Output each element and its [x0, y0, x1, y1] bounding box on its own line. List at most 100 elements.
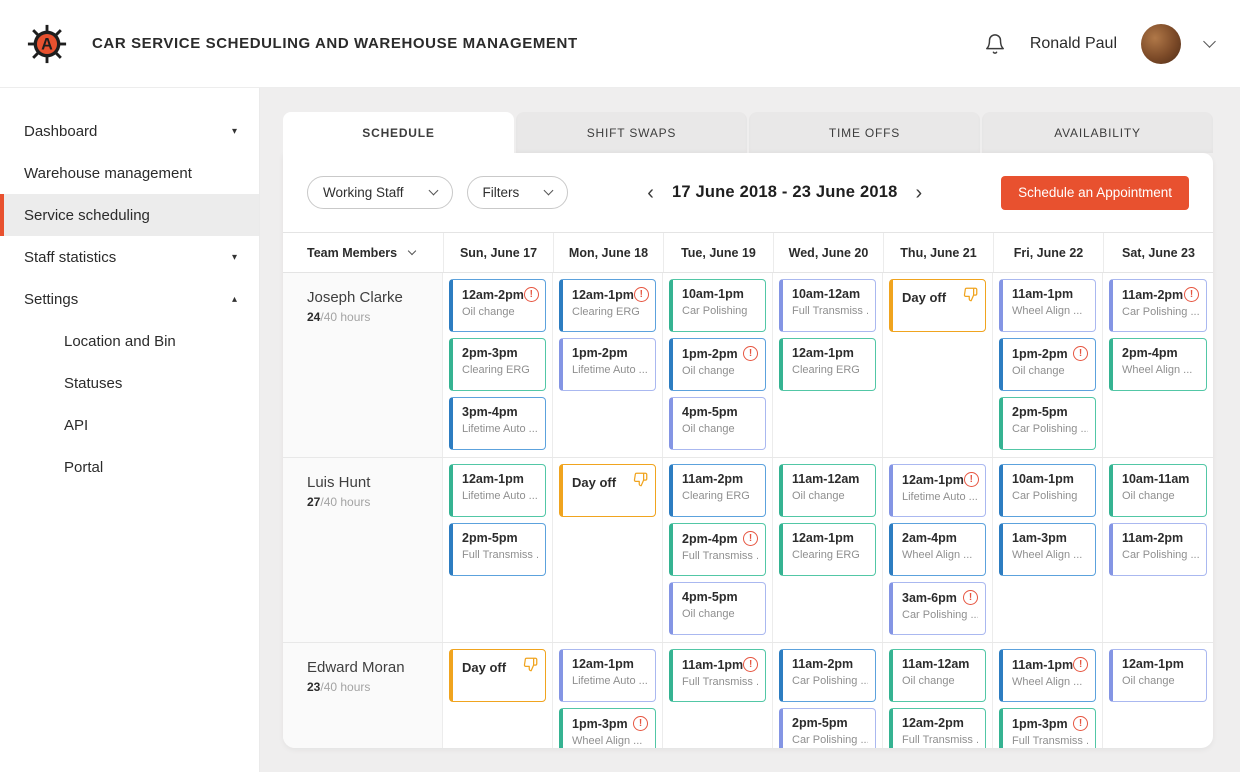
- shift-card[interactable]: 2pm-4pmWheel Align ...: [1109, 338, 1207, 391]
- shift-card[interactable]: 1pm-3pm!Full Transmiss ...: [999, 708, 1096, 748]
- shift-card[interactable]: 10am-11amOil change: [1109, 464, 1207, 517]
- shift-card[interactable]: 3pm-4pmLifetime Auto ...: [449, 397, 546, 450]
- shift-time: 12am-1pm: [902, 473, 964, 487]
- shift-card[interactable]: 12am-1pmLifetime Auto ...: [449, 464, 546, 517]
- shift-card[interactable]: 10am-12amFull Transmiss ...: [779, 279, 876, 332]
- day-cell: 11am-2pmClearing ERG 2pm-4pm!Full Transmi…: [663, 458, 773, 642]
- shift-service: Full Transmiss ...: [462, 549, 538, 561]
- day-cell: Day off: [883, 273, 993, 457]
- shift-card[interactable]: 2am-4pmWheel Align ...: [889, 523, 986, 576]
- sidebar-item-label: Staff statistics: [24, 249, 116, 266]
- warning-icon: !: [634, 287, 649, 302]
- tab-availability[interactable]: AVAILABILITY: [982, 112, 1213, 153]
- sidebar-subitem-api[interactable]: API: [0, 404, 259, 446]
- working-staff-select[interactable]: Working Staff: [307, 176, 453, 209]
- thumbs-down-icon: [963, 287, 978, 307]
- filters-select-value: Filters: [483, 185, 520, 200]
- day-off-card[interactable]: Day off: [449, 649, 546, 702]
- shift-card[interactable]: 12am-1pmOil change: [1109, 649, 1207, 702]
- notifications-bell-icon[interactable]: [984, 33, 1006, 55]
- chevron-down-icon: ▾: [232, 126, 237, 137]
- shift-time: 11am-1pm: [1012, 287, 1073, 301]
- shift-card[interactable]: 1pm-2pmLifetime Auto ...: [559, 338, 656, 391]
- shift-service: Oil change: [902, 675, 978, 687]
- day-cell: 12am-1pmLifetime Auto ... 2pm-5pmFull Tra…: [443, 458, 553, 642]
- sidebar-subitem-location-and-bin[interactable]: Location and Bin: [0, 320, 259, 362]
- day-cell: 11am-12amOil change 12am-2pmFull Transmis…: [883, 643, 993, 748]
- shift-card[interactable]: 11am-1pm!Full Transmiss ...: [669, 649, 766, 702]
- warning-icon: !: [964, 472, 979, 487]
- shift-time: 1pm-2pm: [682, 347, 738, 361]
- shift-card[interactable]: 12am-1pmLifetime Auto ...: [559, 649, 656, 702]
- shift-card[interactable]: 11am-2pmCar Polishing ...: [1109, 523, 1207, 576]
- shift-service: Lifetime Auto ...: [902, 491, 978, 503]
- sidebar-subitem-statuses[interactable]: Statuses: [0, 362, 259, 404]
- shift-card[interactable]: 10am-1pmCar Polishing: [669, 279, 766, 332]
- shift-card[interactable]: 4pm-5pmOil change: [669, 582, 766, 635]
- shift-card[interactable]: 2pm-4pm!Full Transmiss ...: [669, 523, 766, 576]
- shift-service: Full Transmiss ...: [792, 305, 868, 317]
- day-off-card[interactable]: Day off: [889, 279, 986, 332]
- sidebar-item-settings[interactable]: Settings▴: [0, 278, 259, 320]
- tab-schedule[interactable]: SCHEDULE: [283, 112, 514, 153]
- sidebar-item-service-scheduling[interactable]: Service scheduling: [0, 194, 259, 236]
- shift-card[interactable]: 12am-2pm!Oil change: [449, 279, 546, 332]
- shift-card[interactable]: 11am-1pmWheel Align ...: [999, 279, 1096, 332]
- shift-service: Car Polishing ...: [1122, 306, 1199, 318]
- day-off-card[interactable]: Day off: [559, 464, 656, 517]
- warning-icon: !: [1073, 716, 1088, 731]
- member-cell: Joseph Clarke24/40 hours: [283, 273, 443, 457]
- shift-card[interactable]: 12am-1pmClearing ERG: [779, 338, 876, 391]
- shift-card[interactable]: 11am-2pmCar Polishing ...: [779, 649, 876, 702]
- shift-time: 2pm-4pm: [1122, 346, 1178, 360]
- day-column-header: Wed, June 20: [773, 233, 883, 272]
- shift-service: Oil change: [682, 608, 758, 620]
- shift-service: Car Polishing: [682, 305, 758, 317]
- shift-service: Full Transmiss ...: [902, 734, 978, 746]
- shift-card[interactable]: 2pm-5pmFull Transmiss ...: [449, 523, 546, 576]
- prev-week-arrow[interactable]: ‹: [645, 183, 656, 203]
- team-members-chevron-down-icon[interactable]: [408, 246, 416, 254]
- shift-card[interactable]: 1am-3pmWheel Align ...: [999, 523, 1096, 576]
- sidebar-subitem-portal[interactable]: Portal: [0, 446, 259, 488]
- day-column-header: Sun, June 17: [443, 233, 553, 272]
- filters-select[interactable]: Filters: [467, 176, 569, 209]
- schedule-appointment-button[interactable]: Schedule an Appointment: [1001, 176, 1189, 210]
- tab-time-offs[interactable]: TIME OFFS: [749, 112, 980, 153]
- warning-icon: !: [1073, 657, 1088, 672]
- shift-card[interactable]: 2pm-3pmClearing ERG: [449, 338, 546, 391]
- next-week-arrow[interactable]: ›: [913, 183, 924, 203]
- shift-time: 2am-4pm: [902, 531, 957, 545]
- sidebar: Dashboard▾Warehouse managementService sc…: [0, 88, 260, 772]
- user-menu-chevron-down-icon[interactable]: [1203, 35, 1216, 48]
- day-cell: 10am-11amOil change 11am-2pmCar Polishing…: [1103, 458, 1213, 642]
- shift-card[interactable]: 3am-6pm!Car Polishing ...: [889, 582, 986, 635]
- sidebar-item-staff-statistics[interactable]: Staff statistics▾: [0, 236, 259, 278]
- shift-service: Full Transmiss ...: [682, 550, 758, 562]
- tab-shift-swaps[interactable]: SHIFT SWAPS: [516, 112, 747, 153]
- day-off-label: Day off: [462, 660, 506, 675]
- shift-card[interactable]: 11am-12amOil change: [779, 464, 876, 517]
- sidebar-item-dashboard[interactable]: Dashboard▾: [0, 110, 259, 152]
- shift-card[interactable]: 1pm-2pm!Oil change: [999, 338, 1096, 391]
- shift-card[interactable]: 12am-1pm!Clearing ERG: [559, 279, 656, 332]
- shift-card[interactable]: 11am-2pm!Car Polishing ...: [1109, 279, 1207, 332]
- shift-card[interactable]: 1pm-3pm!Wheel Align ...: [559, 708, 656, 748]
- sidebar-item-warehouse-management[interactable]: Warehouse management: [0, 152, 259, 194]
- shift-service: Clearing ERG: [462, 364, 538, 376]
- shift-card[interactable]: 4pm-5pmOil change: [669, 397, 766, 450]
- shift-card[interactable]: 12am-1pmClearing ERG: [779, 523, 876, 576]
- shift-service: Car Polishing ...: [1012, 423, 1088, 435]
- shift-card[interactable]: 2pm-5pmCar Polishing ...: [779, 708, 876, 748]
- shift-card[interactable]: 11am-1pm!Wheel Align ...: [999, 649, 1096, 702]
- shift-card[interactable]: 2pm-5pmCar Polishing ...: [999, 397, 1096, 450]
- shift-card[interactable]: 10am-1pmCar Polishing: [999, 464, 1096, 517]
- shift-card[interactable]: 12am-1pm! Lifetime Auto ...: [889, 464, 986, 517]
- shift-card[interactable]: 11am-2pmClearing ERG: [669, 464, 766, 517]
- user-avatar[interactable]: [1141, 24, 1181, 64]
- shift-card[interactable]: 12am-2pmFull Transmiss ...: [889, 708, 986, 748]
- shift-card[interactable]: 1pm-2pm!Oil change: [669, 338, 766, 391]
- shift-service: Car Polishing: [1012, 490, 1088, 502]
- shift-card[interactable]: 11am-12amOil change: [889, 649, 986, 702]
- day-off-label: Day off: [902, 290, 946, 305]
